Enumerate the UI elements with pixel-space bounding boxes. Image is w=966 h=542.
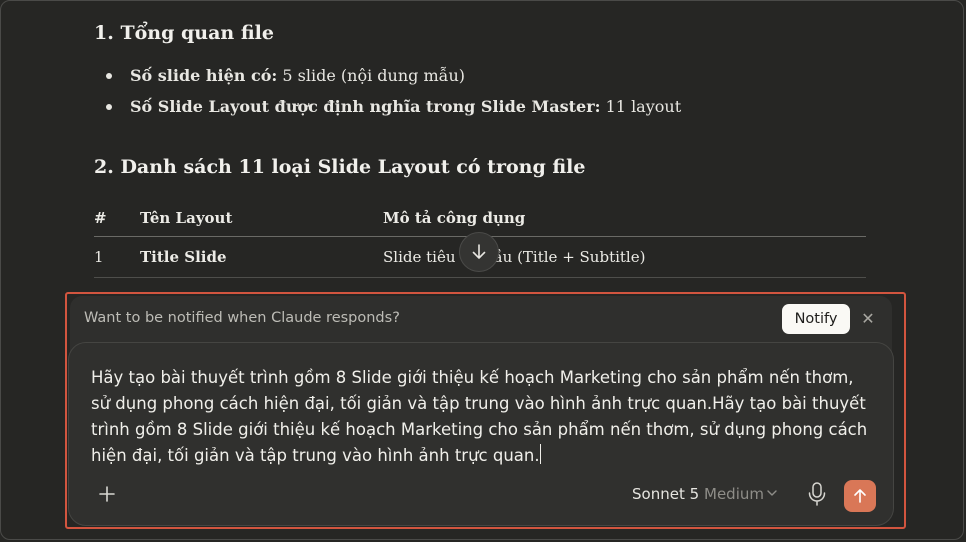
arrow-down-icon: [472, 244, 486, 259]
list-item: Số Slide Layout được định nghĩa trong Sl…: [106, 91, 681, 122]
list-item: Số slide hiện có: 5 slide (nội dung mẫu): [106, 60, 681, 91]
highlight-outline: [65, 292, 906, 529]
section-heading-overview: 1. Tổng quan file: [94, 22, 274, 44]
scroll-to-bottom-button[interactable]: [459, 232, 499, 272]
table-header-cell: #: [94, 209, 107, 227]
section-heading-layouts: 2. Danh sách 11 loại Slide Layout có tro…: [94, 156, 586, 178]
overview-list: Số slide hiện có: 5 slide (nội dung mẫu)…: [106, 60, 681, 122]
table-cell: 1: [94, 248, 104, 266]
list-item-label: Số Slide Layout được định nghĩa trong Sl…: [130, 97, 601, 116]
table-cell: Title Slide: [140, 248, 227, 266]
table-header-cell: Mô tả công dụng: [383, 209, 526, 227]
table-cell: Slide tiêu đề đầu (Title + Subtitle): [383, 248, 646, 266]
table-header-cell: Tên Layout: [140, 209, 233, 227]
list-item-label: Số slide hiện có:: [130, 66, 278, 85]
list-item-value: 11 layout: [600, 97, 682, 116]
list-item-value: 5 slide (nội dung mẫu): [277, 66, 465, 85]
